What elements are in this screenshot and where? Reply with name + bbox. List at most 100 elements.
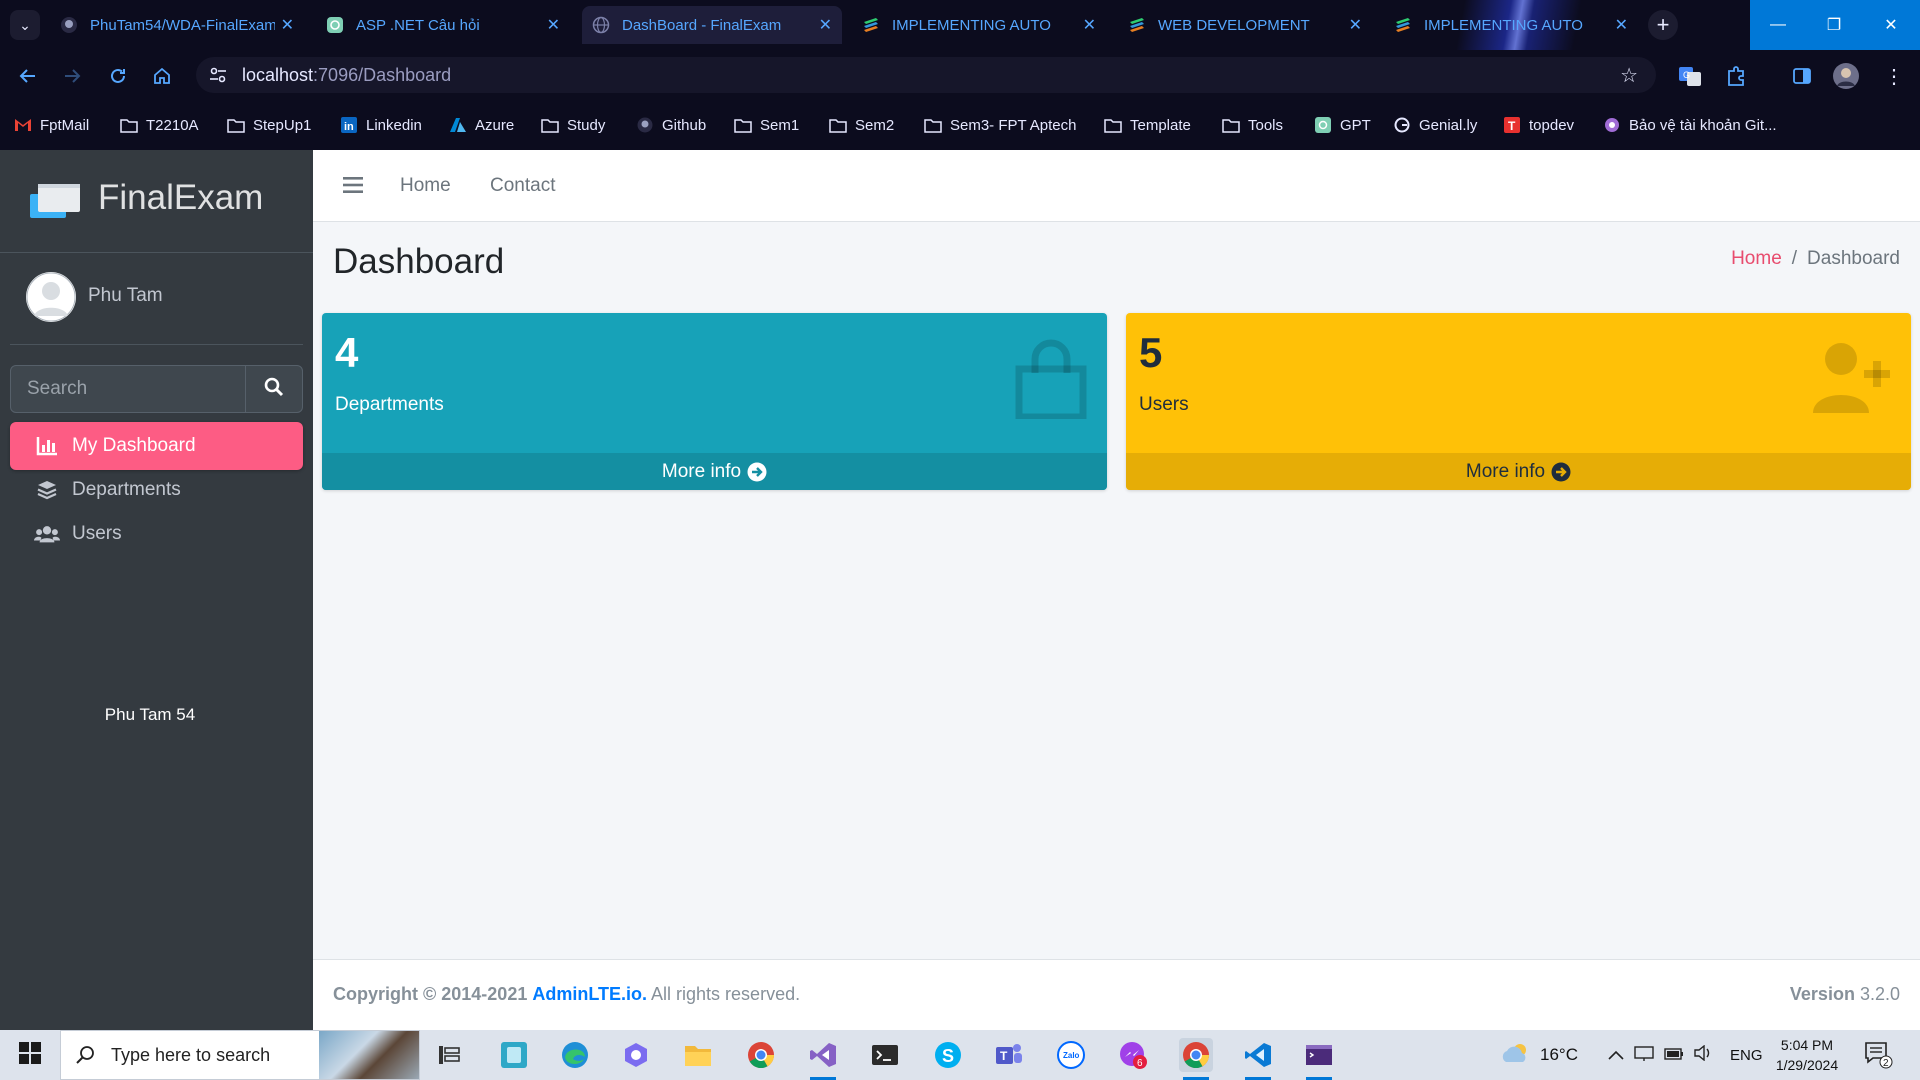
copilot-icon[interactable]: [619, 1038, 653, 1072]
bookmark-t2210a[interactable]: T2210A: [120, 114, 199, 136]
file-explorer-icon[interactable]: [681, 1038, 715, 1072]
user-panel[interactable]: Phu Tam: [10, 253, 303, 345]
browser-tab-2[interactable]: ASP .NET Câu hỏi ✕: [316, 6, 570, 44]
menu-kebab-icon[interactable]: ⋮: [1880, 62, 1908, 90]
weather-widget[interactable]: 16°C: [1500, 1030, 1578, 1080]
system-clock[interactable]: 5:04 PM 1/29/2024: [1762, 1035, 1852, 1075]
chevron-up-icon[interactable]: [1608, 1047, 1624, 1064]
sidebar-item-departments[interactable]: Departments: [10, 466, 303, 514]
chart-bar-icon: [34, 435, 60, 457]
side-panel-icon[interactable]: [1788, 62, 1816, 90]
chrome-active-icon[interactable]: [1179, 1038, 1213, 1080]
volume-icon[interactable]: [1694, 1044, 1712, 1065]
browser-tab-1[interactable]: PhuTam54/WDA-FinalExam ✕: [50, 6, 304, 44]
nav-link-contact[interactable]: Contact: [490, 175, 555, 197]
tray-icons: ENG: [1608, 1030, 1763, 1080]
vscode-icon[interactable]: [1241, 1038, 1275, 1080]
bookmark-genially[interactable]: Genial.ly: [1393, 114, 1477, 136]
minimize-button[interactable]: —: [1750, 0, 1806, 50]
bookmark-sem1[interactable]: Sem1: [734, 114, 799, 136]
users-more-info-link[interactable]: More info: [1126, 453, 1911, 490]
notification-count: 2: [1883, 1058, 1889, 1069]
sidebar-item-users[interactable]: Users: [10, 510, 303, 558]
tab-search-button[interactable]: ⌄: [10, 10, 40, 40]
nav-link-home[interactable]: Home: [400, 175, 451, 197]
network-icon[interactable]: [1634, 1045, 1654, 1065]
close-window-button[interactable]: ✕: [1862, 0, 1920, 50]
folder-icon: [829, 117, 847, 133]
bookmark-gpt[interactable]: GPT: [1314, 114, 1371, 136]
close-icon[interactable]: ✕: [1349, 15, 1362, 35]
brand-link[interactable]: FinalExam: [0, 150, 313, 253]
back-button[interactable]: [14, 62, 42, 90]
close-icon[interactable]: ✕: [547, 15, 560, 35]
teams-icon[interactable]: T: [992, 1038, 1026, 1072]
console-window-icon[interactable]: [1302, 1038, 1336, 1080]
bookmark-star-icon[interactable]: ☆: [1620, 63, 1638, 88]
skype-icon[interactable]: S: [931, 1038, 965, 1072]
bookmark-linkedin[interactable]: in Linkedin: [340, 114, 422, 136]
battery-icon[interactable]: [1664, 1047, 1684, 1064]
close-icon[interactable]: ✕: [1083, 15, 1096, 35]
widgets-app-icon[interactable]: [497, 1038, 531, 1072]
edge-icon[interactable]: [558, 1038, 592, 1072]
breadcrumb-home-link[interactable]: Home: [1731, 248, 1782, 269]
url-bar[interactable]: localhost:7096/Dashboard ☆: [196, 57, 1656, 93]
bookmark-tools[interactable]: Tools: [1222, 114, 1283, 136]
taskbar-search-placeholder: Type here to search: [111, 1045, 271, 1065]
user-name: Phu Tam: [88, 285, 163, 306]
adminlte-link[interactable]: AdminLTE.io.: [532, 984, 647, 1004]
zalo-icon[interactable]: Zalo: [1054, 1038, 1088, 1072]
bookmark-topdev[interactable]: Ttopdev: [1503, 114, 1574, 136]
chrome-icon[interactable]: [744, 1038, 778, 1072]
task-view-icon[interactable]: [432, 1038, 466, 1072]
search-icon: [75, 1045, 95, 1070]
google-translate-icon[interactable]: G: [1676, 62, 1704, 90]
browser-tab-4[interactable]: IMPLEMENTING AUTO ✕: [852, 6, 1106, 44]
departments-more-info-link[interactable]: More info: [322, 453, 1107, 490]
site-settings-icon[interactable]: [208, 65, 228, 90]
start-button[interactable]: [0, 1030, 60, 1080]
close-icon[interactable]: ✕: [1615, 15, 1628, 35]
bookmark-sem2[interactable]: Sem2: [829, 114, 894, 136]
bookmark-azure[interactable]: Azure: [449, 114, 514, 136]
bookmark-bao-ve[interactable]: Bảo vệ tài khoản Git...: [1603, 114, 1777, 136]
profile-avatar-icon[interactable]: [1832, 62, 1860, 90]
bookmark-fptmail[interactable]: FptMail: [14, 114, 89, 136]
sidebar-search-input[interactable]: [10, 365, 246, 413]
users-stat-card: 5 Users More info: [1126, 313, 1911, 490]
browser-tab-5[interactable]: WEB DEVELOPMENT ✕: [1118, 6, 1372, 44]
svg-text:T: T: [1000, 1049, 1008, 1063]
visual-studio-icon[interactable]: [806, 1038, 840, 1080]
logo-icon: [30, 180, 82, 220]
search-button[interactable]: [246, 365, 303, 413]
extensions-icon[interactable]: [1722, 62, 1750, 90]
bookmark-study[interactable]: Study: [541, 114, 605, 136]
new-tab-button[interactable]: +: [1648, 10, 1678, 40]
notification-center-icon[interactable]: 2: [1862, 1038, 1896, 1072]
terminal-icon[interactable]: [868, 1038, 902, 1072]
bookmark-github[interactable]: Github: [636, 114, 706, 136]
url-text: localhost:7096/Dashboard: [242, 65, 452, 85]
sidebar-item-my-dashboard[interactable]: My Dashboard: [10, 422, 303, 470]
home-button[interactable]: [148, 62, 176, 90]
svg-text:S: S: [942, 1046, 954, 1066]
tab-title: IMPLEMENTING AUTO: [892, 16, 1051, 34]
browser-tab-3[interactable]: DashBoard - FinalExam ✕: [582, 6, 842, 44]
browser-tab-6[interactable]: IMPLEMENTING AUTO ✕: [1384, 6, 1638, 44]
bookmark-stepup1[interactable]: StepUp1: [227, 114, 311, 136]
restore-button[interactable]: ❐: [1806, 0, 1862, 50]
shopping-bag-icon: [1013, 339, 1089, 424]
windows-taskbar: Type here to search S T Zalo 6 16°C ENG …: [0, 1030, 1920, 1080]
bookmark-template[interactable]: Template: [1104, 114, 1191, 136]
forward-button[interactable]: [58, 62, 86, 90]
messenger-icon[interactable]: 6: [1116, 1038, 1150, 1072]
language-indicator[interactable]: ENG: [1730, 1047, 1763, 1064]
hamburger-menu-icon[interactable]: [343, 176, 363, 196]
taskbar-search-box[interactable]: Type here to search: [60, 1030, 420, 1080]
close-icon[interactable]: ✕: [819, 15, 832, 35]
close-icon[interactable]: ✕: [281, 15, 294, 35]
bookmark-sem3[interactable]: Sem3- FPT Aptech: [924, 114, 1076, 136]
departments-label: Departments: [335, 394, 444, 415]
reload-button[interactable]: [104, 62, 132, 90]
